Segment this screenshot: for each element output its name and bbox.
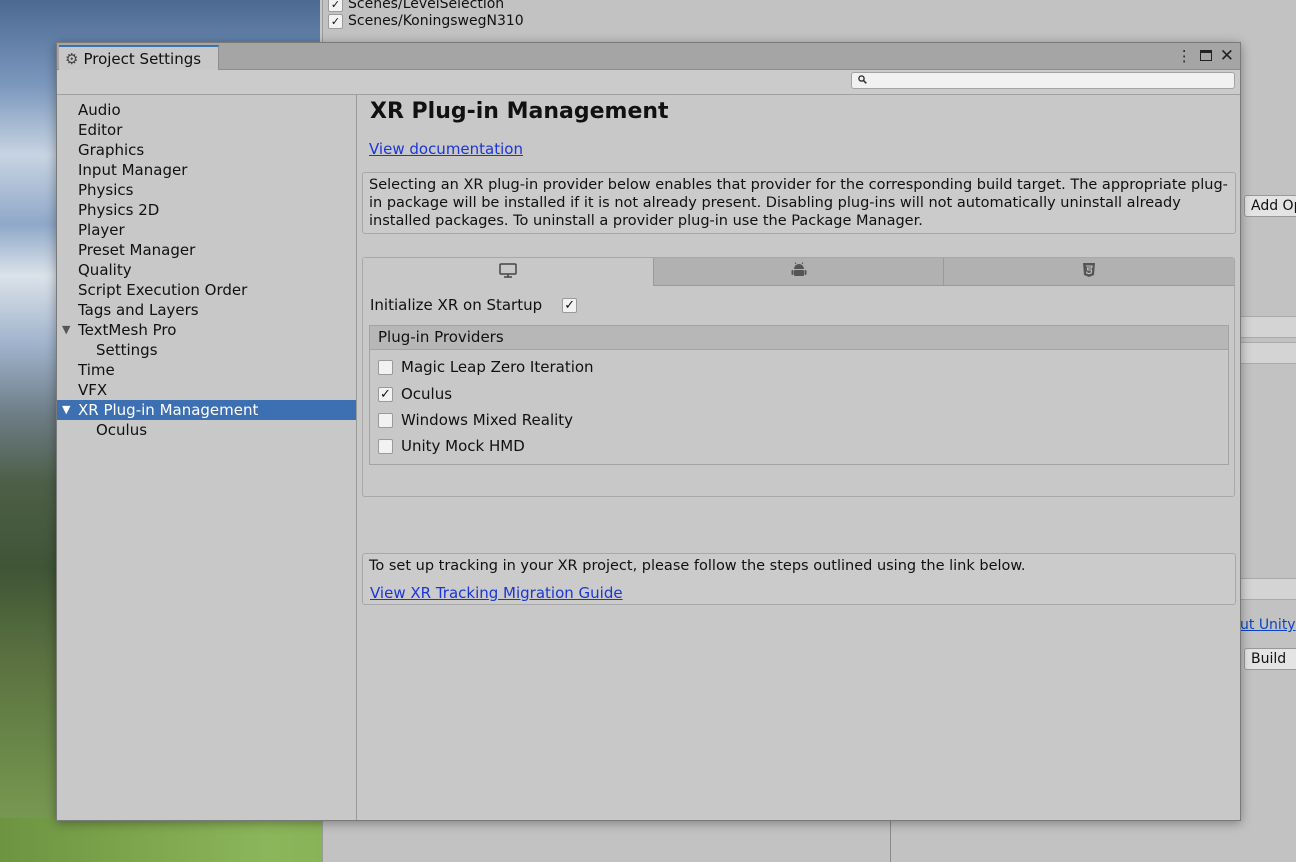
settings-content: XR Plug-in Management View documentation… xyxy=(357,95,1240,820)
plugin-providers-header: Plug-in Providers xyxy=(370,326,1228,350)
sidebar-item-textmesh-settings[interactable]: Settings xyxy=(57,340,356,360)
sidebar-item-label: Graphics xyxy=(78,141,145,159)
html5-icon xyxy=(1082,262,1096,282)
tab-webgl[interactable] xyxy=(943,258,1235,286)
desktop-icon xyxy=(499,262,517,282)
window-controls: ⋮ ✕ xyxy=(1177,46,1234,66)
field-strip xyxy=(1240,578,1296,600)
search-input[interactable] xyxy=(851,72,1235,89)
sidebar-item-label: XR Plug-in Management xyxy=(78,401,259,419)
provider-label: Oculus xyxy=(401,385,453,403)
provider-checkbox[interactable] xyxy=(378,359,393,375)
init-xr-checkbox[interactable]: ✓ xyxy=(562,297,578,313)
checkmark-icon: ✓ xyxy=(564,297,576,313)
tracking-migration-guide-link[interactable]: View XR Tracking Migration Guide xyxy=(370,584,623,602)
provider-oculus[interactable]: ✓ Oculus xyxy=(378,385,452,403)
sidebar-item-label: Physics 2D xyxy=(78,201,160,219)
sidebar-item-label: Physics xyxy=(78,181,134,199)
build-button[interactable]: Build xyxy=(1244,648,1296,670)
scene-label: Scenes/KoningswegN310 xyxy=(348,13,524,29)
view-documentation-link[interactable]: View documentation xyxy=(369,140,523,158)
sidebar-item-xr-plugin-management[interactable]: ▼ XR Plug-in Management xyxy=(57,400,356,420)
close-icon[interactable]: ✕ xyxy=(1220,46,1234,66)
learn-unity-link[interactable]: ut Unity xyxy=(1240,617,1296,633)
plugin-providers-box: Plug-in Providers Magic Leap Zero Iterat… xyxy=(369,325,1229,465)
expand-triangle-icon[interactable]: ▼ xyxy=(62,320,70,340)
provider-checkbox[interactable] xyxy=(378,438,393,454)
field-strip xyxy=(1240,342,1296,364)
tracking-help-box: To set up tracking in your XR project, p… xyxy=(362,553,1236,605)
sidebar-item-tags-and-layers[interactable]: Tags and Layers xyxy=(57,300,356,320)
sidebar-item-label: VFX xyxy=(78,381,108,399)
sidebar-item-graphics[interactable]: Graphics xyxy=(57,140,356,160)
sidebar-item-physics[interactable]: Physics xyxy=(57,180,356,200)
sidebar-item-physics-2d[interactable]: Physics 2D xyxy=(57,200,356,220)
provider-checkbox[interactable]: ✓ xyxy=(378,386,393,402)
sidebar-item-oculus[interactable]: Oculus xyxy=(57,420,356,440)
info-help-box: Selecting an XR plug-in provider below e… xyxy=(362,172,1236,234)
checkmark-icon: ✓ xyxy=(380,386,391,402)
sidebar-item-label: TextMesh Pro xyxy=(78,321,177,339)
sidebar-item-label: Quality xyxy=(78,261,132,279)
sidebar-item-input-manager[interactable]: Input Manager xyxy=(57,160,356,180)
tab-desktop[interactable] xyxy=(363,258,653,286)
sidebar-item-label: Tags and Layers xyxy=(78,301,199,319)
sidebar-item-label: Audio xyxy=(78,101,121,119)
gear-icon: ⚙ xyxy=(65,49,79,68)
add-open-scenes-button[interactable]: Add Op xyxy=(1244,195,1296,217)
sidebar-item-preset-manager[interactable]: Preset Manager xyxy=(57,240,356,260)
sidebar-item-label: Script Execution Order xyxy=(78,281,248,299)
provider-checkbox[interactable] xyxy=(378,412,393,428)
sidebar-item-label: Player xyxy=(78,221,125,239)
search-icon xyxy=(858,73,867,88)
sidebar-item-time[interactable]: Time xyxy=(57,360,356,380)
provider-label: Unity Mock HMD xyxy=(401,437,525,455)
settings-toolbar xyxy=(57,70,1240,95)
expand-triangle-icon[interactable]: ▼ xyxy=(62,400,70,420)
settings-sidebar: Audio Editor Graphics Input Manager Phys… xyxy=(57,95,357,820)
window-titlebar[interactable]: ⚙ Project Settings ⋮ ✕ xyxy=(57,43,1240,70)
sidebar-item-audio[interactable]: Audio xyxy=(57,100,356,120)
platform-tabs xyxy=(363,258,1235,286)
tracking-text: To set up tracking in your XR project, p… xyxy=(369,558,1026,574)
android-icon xyxy=(791,261,807,282)
provider-magic-leap[interactable]: Magic Leap Zero Iteration xyxy=(378,358,594,376)
sidebar-item-label: Editor xyxy=(78,121,123,139)
project-settings-tab[interactable]: ⚙ Project Settings xyxy=(59,45,219,70)
scene-list-item[interactable]: ✓ Scenes/KoningswegN310 xyxy=(328,11,524,31)
more-options-icon[interactable]: ⋮ xyxy=(1177,47,1192,65)
sidebar-item-label: Settings xyxy=(96,341,158,359)
sidebar-item-textmesh-pro[interactable]: ▼ TextMesh Pro xyxy=(57,320,356,340)
sidebar-item-label: Input Manager xyxy=(78,161,188,179)
sidebar-item-label: Preset Manager xyxy=(78,241,196,259)
provider-label: Magic Leap Zero Iteration xyxy=(401,358,594,376)
sidebar-item-vfx[interactable]: VFX xyxy=(57,380,356,400)
provider-unity-mock-hmd[interactable]: Unity Mock HMD xyxy=(378,437,525,455)
sidebar-item-label: Time xyxy=(78,361,115,379)
sidebar-item-script-execution-order[interactable]: Script Execution Order xyxy=(57,280,356,300)
tab-title: Project Settings xyxy=(83,49,202,68)
provider-windows-mixed-reality[interactable]: Windows Mixed Reality xyxy=(378,411,573,429)
sidebar-item-label: Oculus xyxy=(96,421,148,439)
checkbox-icon[interactable]: ✓ xyxy=(328,0,343,12)
init-xr-label: Initialize XR on Startup xyxy=(370,296,543,314)
tab-android[interactable] xyxy=(652,258,944,286)
provider-label: Windows Mixed Reality xyxy=(401,411,574,429)
sidebar-item-editor[interactable]: Editor xyxy=(57,120,356,140)
init-xr-row: Initialize XR on Startup ✓ xyxy=(370,296,578,314)
sidebar-item-player[interactable]: Player xyxy=(57,220,356,240)
field-strip xyxy=(1240,316,1296,338)
project-settings-window: ⚙ Project Settings ⋮ ✕ Audio Editor Grap… xyxy=(56,42,1241,821)
build-settings-panel-lower xyxy=(890,818,1296,862)
sidebar-item-quality[interactable]: Quality xyxy=(57,260,356,280)
maximize-icon[interactable] xyxy=(1199,47,1212,65)
page-title: XR Plug-in Management xyxy=(370,99,669,124)
platform-tabs-panel: Initialize XR on Startup ✓ Plug-in Provi… xyxy=(362,257,1235,497)
checkbox-icon[interactable]: ✓ xyxy=(328,13,343,29)
